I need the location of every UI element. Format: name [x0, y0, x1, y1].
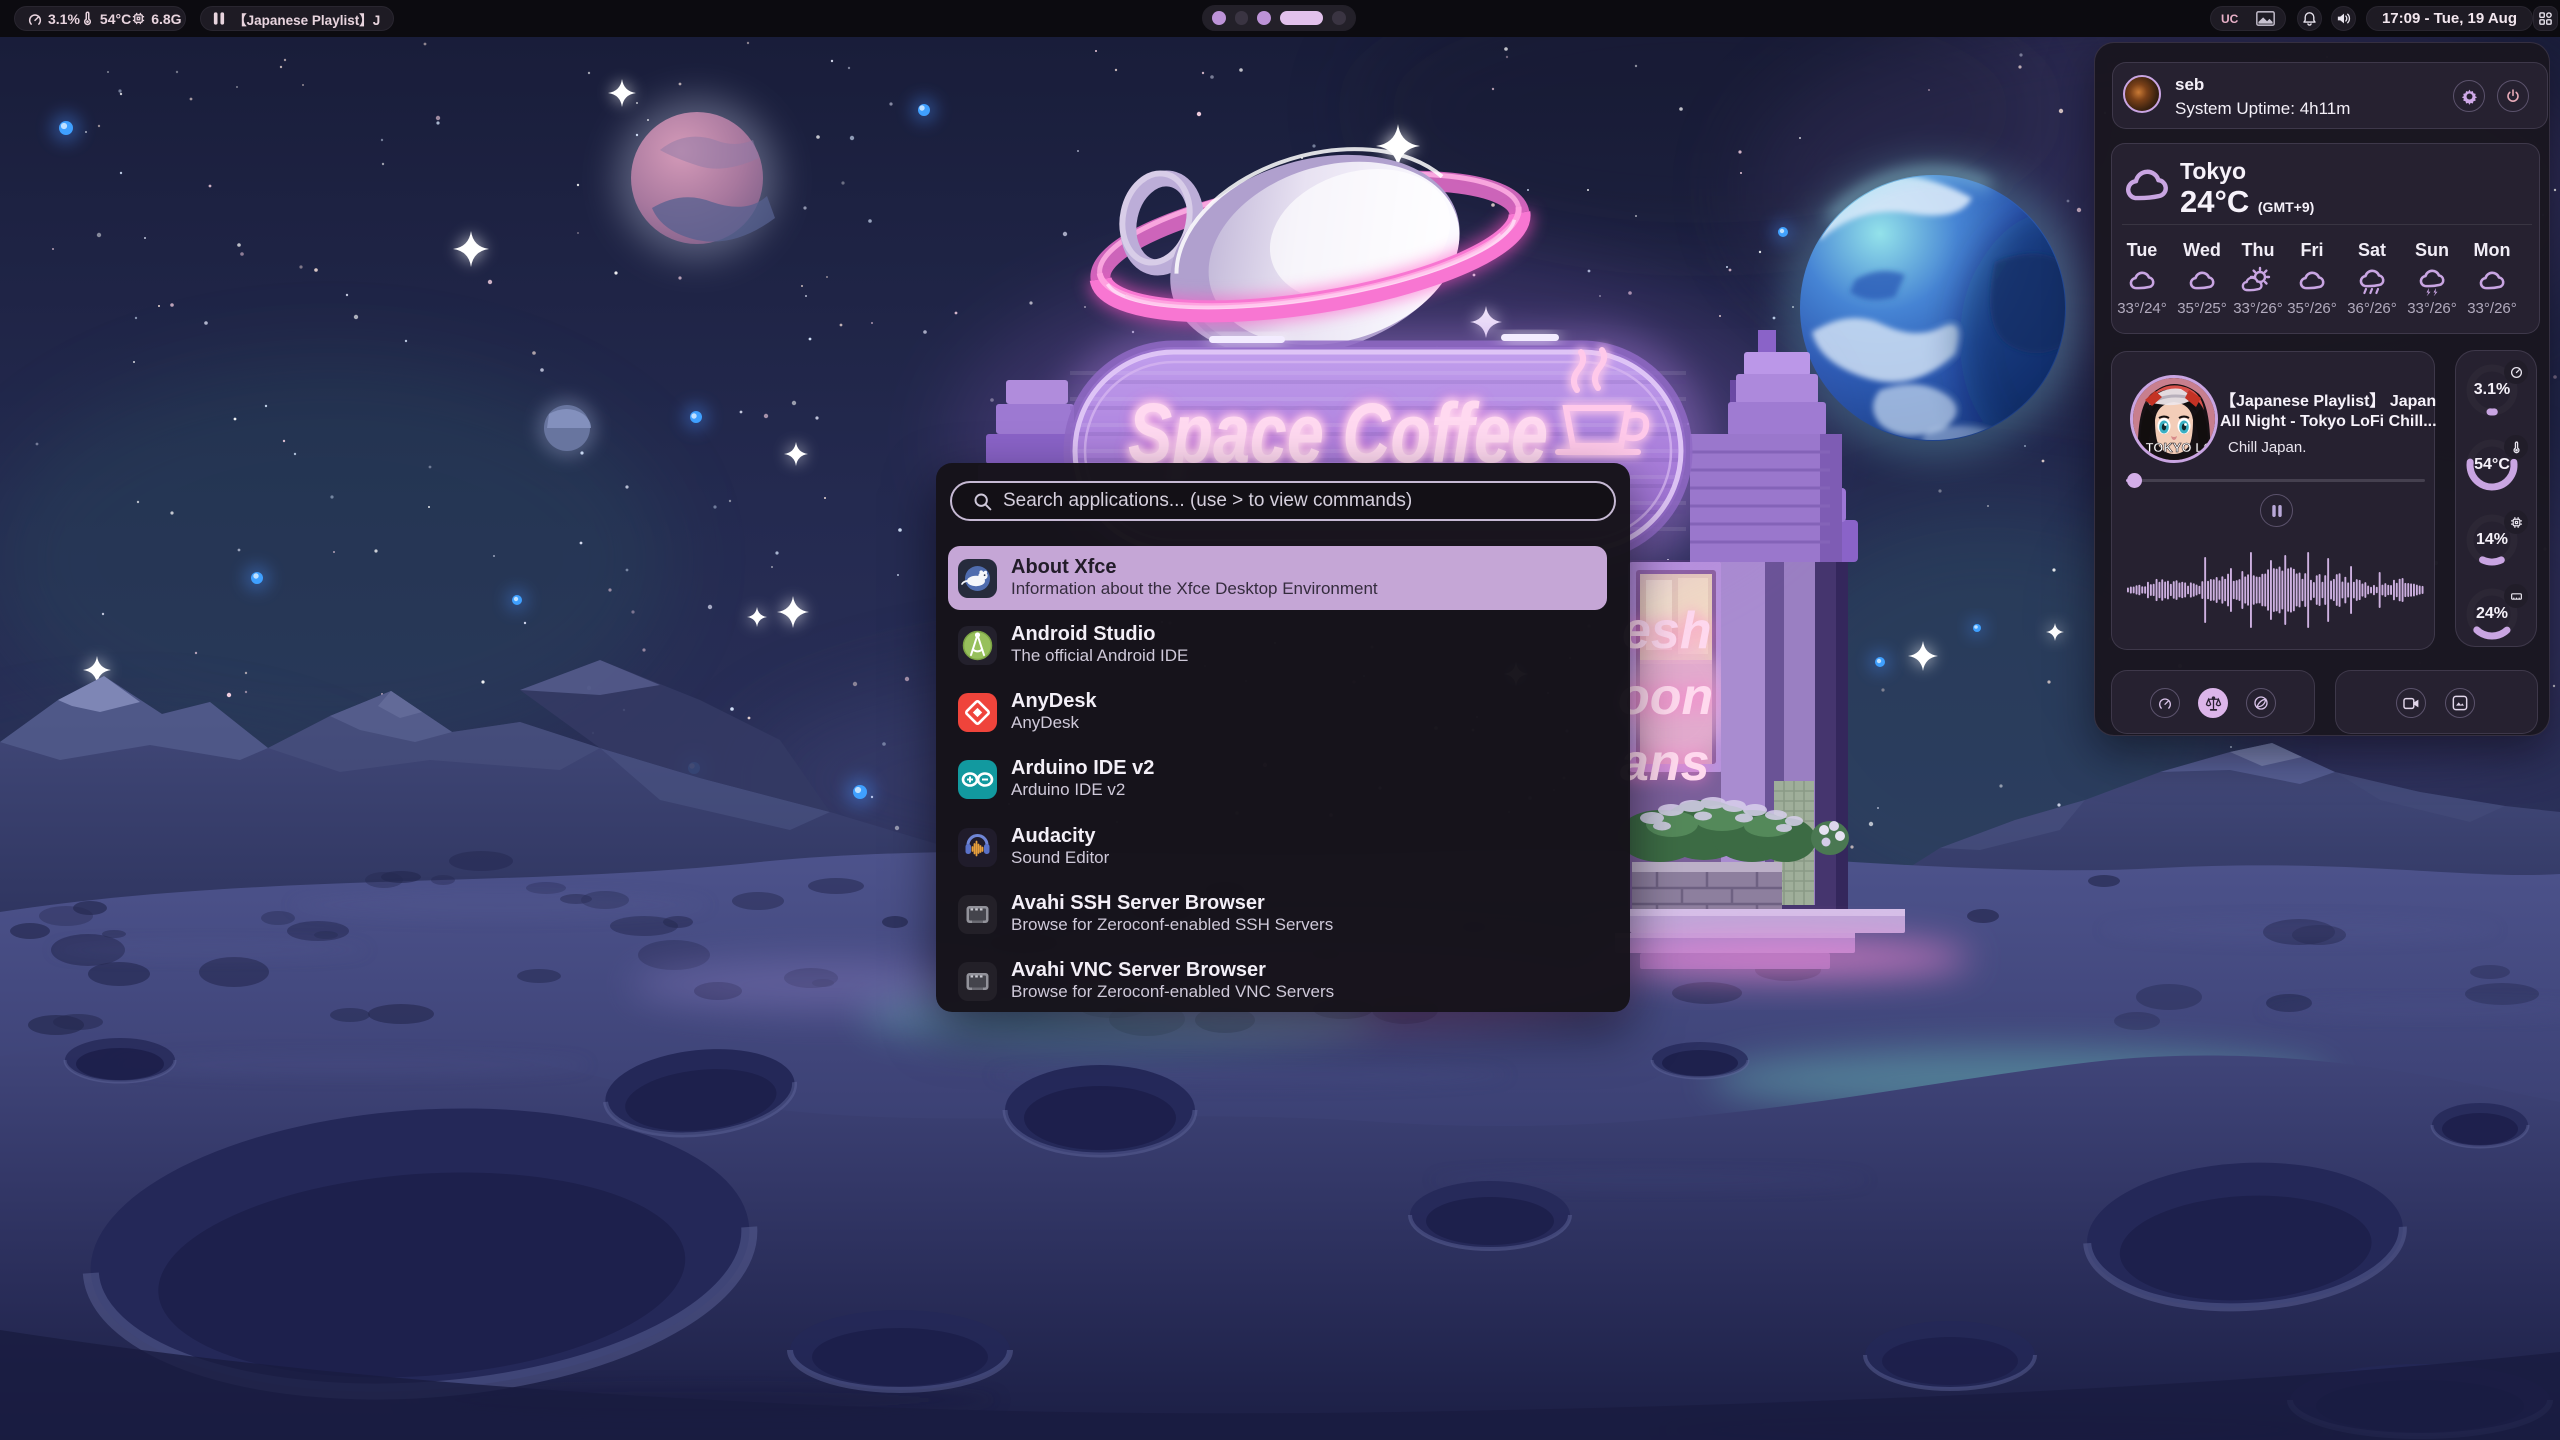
svg-text:esh: esh — [1622, 602, 1712, 660]
svg-text:3 TOKYO LO: 3 TOKYO LO — [2135, 440, 2214, 455]
svg-text:ans: ans — [1620, 734, 1710, 792]
svg-text:oon: oon — [1618, 668, 1713, 726]
